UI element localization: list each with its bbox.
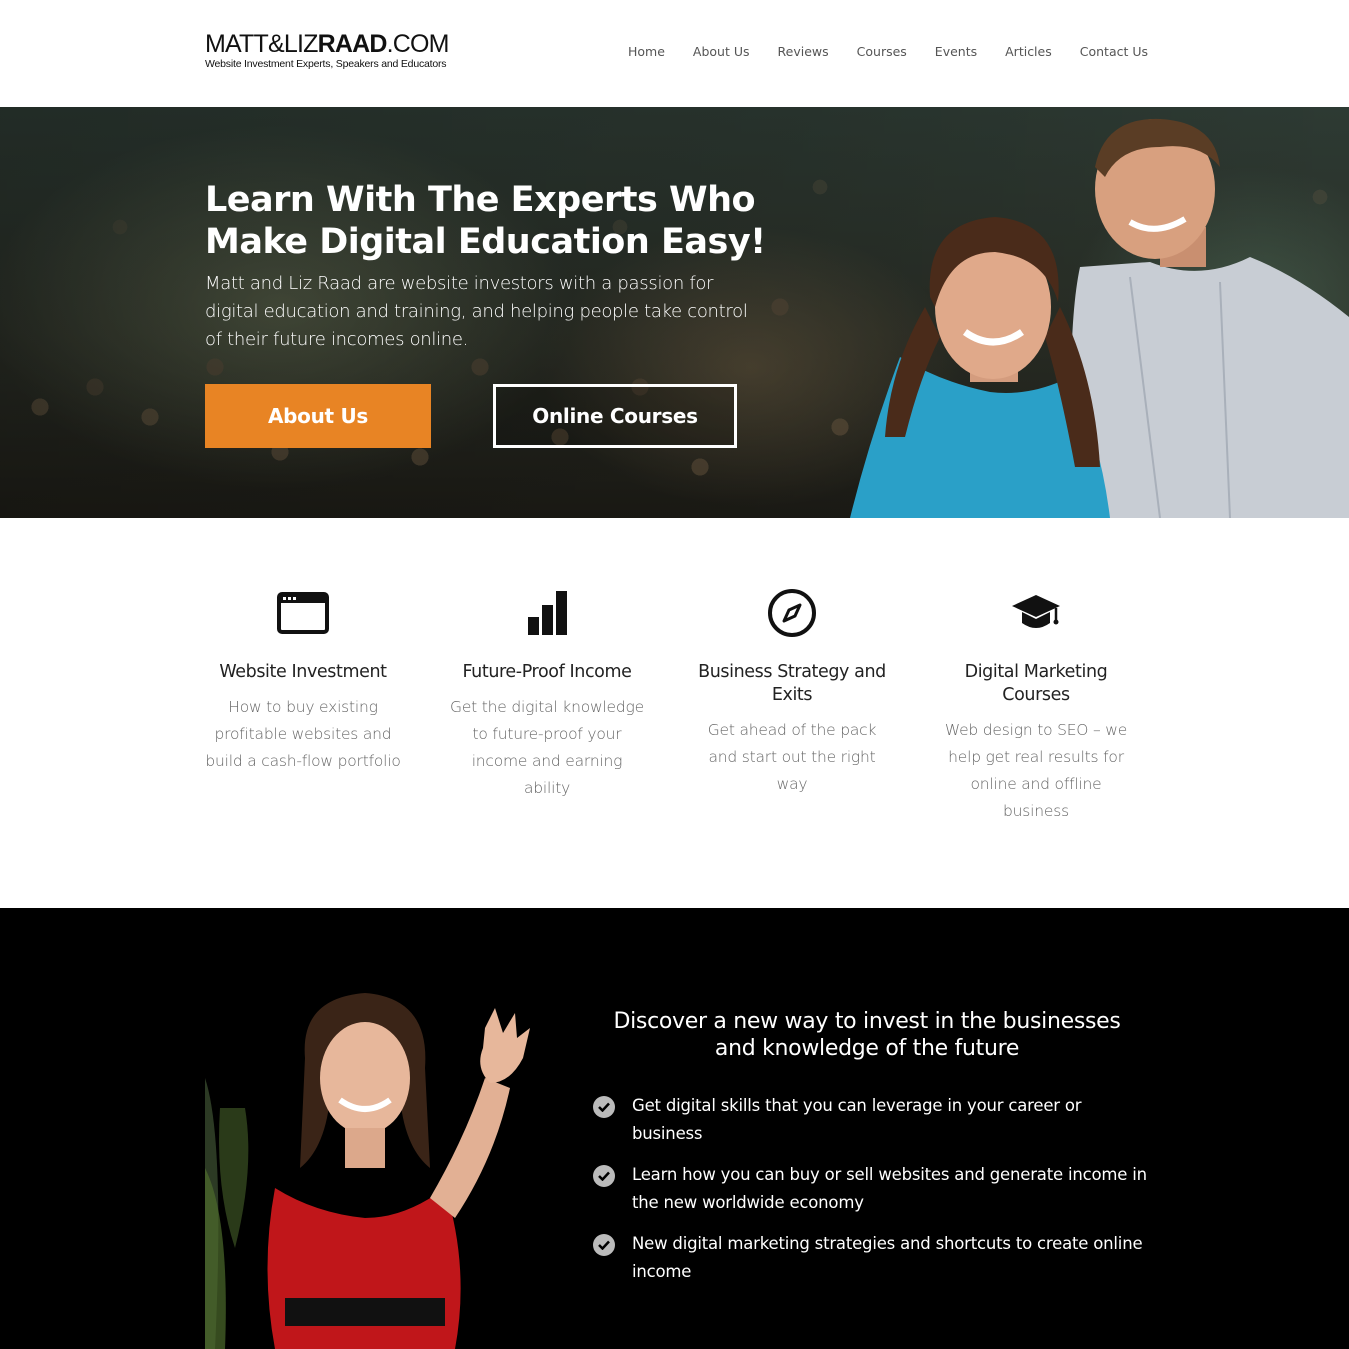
compass-icon [768,589,816,637]
check-circle-icon [593,1096,615,1118]
logo-wordmark: MATT&LIZRAAD.COM [205,30,450,58]
hero-banner: Learn With The Experts Who Make Digital E… [0,107,1349,518]
feature-text: Web design to SEO – we help get real res… [944,721,1128,820]
feature-icon-wrap [692,588,892,638]
hero-title: Learn With The Experts Who Make Digital E… [205,180,766,262]
list-item-text: Learn how you can buy or sell websites a… [632,1165,1147,1212]
list-item: Get digital skills that you can leverage… [592,1092,1152,1148]
graduation-cap-icon [1012,595,1060,628]
check-circle-icon [593,1165,615,1187]
features-section: Website Investment How to buy existing p… [0,518,1349,908]
nav-reviews[interactable]: Reviews [778,44,829,62]
hero-subtitle: Matt and Liz Raad are website investors … [205,273,748,350]
feature-title: Website Investment [219,662,387,682]
nav-about-us[interactable]: About Us [693,44,750,62]
feature-icon-wrap [936,588,1136,638]
feature-title: Future-Proof Income [462,662,632,682]
list-item-text: Get digital skills that you can leverage… [632,1096,1082,1143]
online-courses-button[interactable]: Online Courses [493,384,737,448]
list-item: New digital marketing strategies and sho… [592,1230,1152,1286]
nav-home[interactable]: Home [628,44,665,62]
logo-tagline: Website Investment Experts, Speakers and… [205,58,447,70]
nav-contact-us[interactable]: Contact Us [1080,44,1148,62]
speaker-photo-liz [205,993,530,1349]
site-header: MATT&LIZRAAD.COM Website Investment Expe… [0,0,1349,107]
feature-text: Get the digital knowledge to future-proo… [450,698,644,797]
feature-website-investment: Website Investment How to buy existing p… [203,588,403,775]
list-item-text: New digital marketing strategies and sho… [632,1234,1143,1281]
feature-text: Get ahead of the pack and start out the … [707,721,877,793]
bar-chart-icon [528,591,567,635]
feature-text: How to buy existing profitable websites … [205,698,401,770]
about-us-button[interactable]: About Us [205,384,431,448]
nav-events[interactable]: Events [935,44,977,62]
feature-future-proof-income: Future-Proof Income Get the digital know… [447,588,647,802]
nav-articles[interactable]: Articles [1005,44,1052,62]
nav-courses[interactable]: Courses [857,44,907,62]
check-circle-icon [593,1234,615,1256]
discover-section: Discover a new way to invest in the busi… [0,908,1349,1349]
discover-title: Discover a new way to invest in the busi… [613,1009,1121,1061]
site-logo[interactable]: MATT&LIZRAAD.COM Website Investment Expe… [205,30,465,74]
feature-business-strategy: Business Strategy and Exits Get ahead of… [692,588,892,798]
feature-title: Digital Marketing Courses [964,662,1108,705]
browser-window-icon [277,592,329,634]
feature-icon-wrap [203,588,403,638]
benefits-list: Get digital skills that you can leverage… [592,1092,1152,1299]
feature-digital-marketing: Digital Marketing Courses Web design to … [936,588,1136,825]
feature-title: Business Strategy and Exits [698,662,886,705]
list-item: Learn how you can buy or sell websites a… [592,1161,1152,1217]
feature-icon-wrap [447,588,647,638]
main-nav: Home About Us Reviews Courses Events Art… [628,44,1148,62]
hero-photo-matt-and-liz [850,118,1349,518]
